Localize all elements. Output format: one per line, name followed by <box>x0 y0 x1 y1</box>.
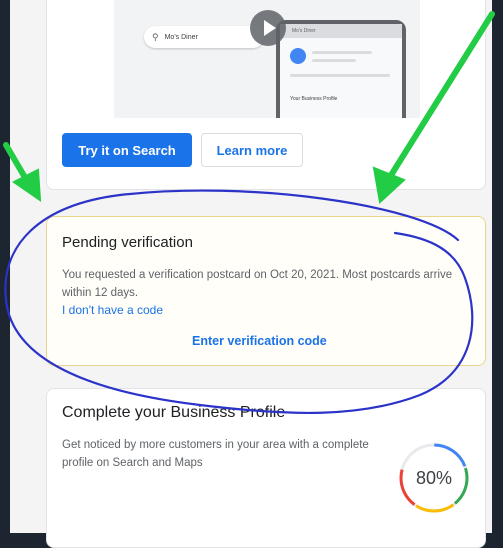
search-preview-text: Mo's Diner <box>164 33 198 41</box>
no-code-link[interactable]: I don't have a code <box>62 303 163 317</box>
try-it-on-search-button[interactable]: Try it on Search <box>62 133 192 167</box>
phone-mockup: Mo's Diner Your Business Profile <box>276 20 406 118</box>
phone-title-bar: Mo's Diner <box>280 24 402 38</box>
profile-progress-ring: 80% <box>396 440 472 516</box>
learn-more-button[interactable]: Learn more <box>201 133 303 167</box>
complete-profile-title: Complete your Business Profile <box>62 404 286 421</box>
search-preview-image: ⚲ Mo's Diner Mo's Diner Your Business Pr… <box>114 0 420 118</box>
progress-percent: 80% <box>415 467 453 488</box>
phone-text-line <box>312 51 372 54</box>
enter-verification-code-button[interactable]: Enter verification code <box>192 334 327 348</box>
phone-list-item: Your Business Profile <box>290 96 338 102</box>
search-input-preview: ⚲ Mo's Diner <box>144 26 264 48</box>
phone-text-line <box>312 59 356 62</box>
complete-profile-description: Get noticed by more customers in your ar… <box>62 439 369 469</box>
play-video-button[interactable] <box>250 10 286 46</box>
avatar <box>290 48 306 64</box>
search-icon: ⚲ <box>152 31 159 42</box>
pending-description: You requested a verification postcard on… <box>62 269 453 299</box>
pending-title: Pending verification <box>62 234 193 251</box>
phone-divider <box>290 74 390 77</box>
